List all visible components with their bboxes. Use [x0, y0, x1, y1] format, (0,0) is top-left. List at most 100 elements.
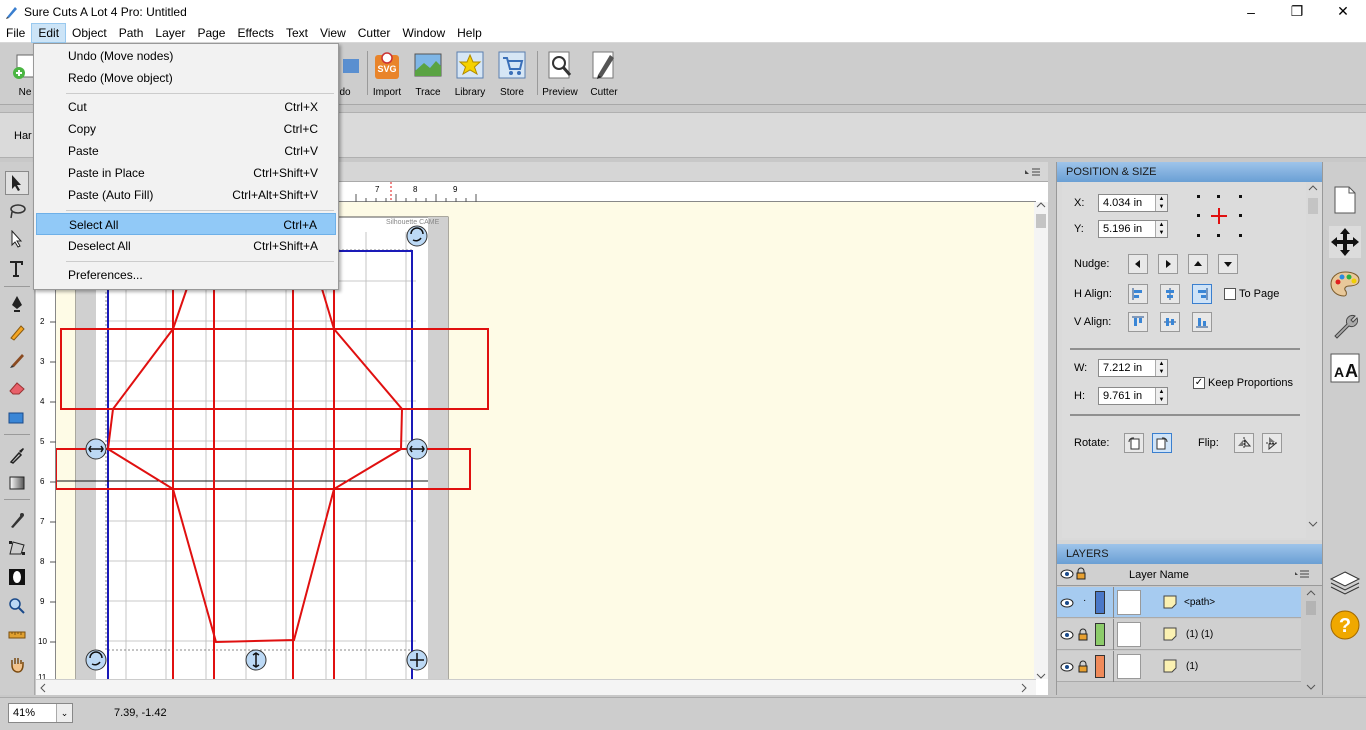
align-left-button[interactable]	[1128, 284, 1148, 304]
zoom-tool[interactable]	[5, 594, 29, 618]
minimize-button[interactable]: –	[1228, 0, 1274, 23]
knife-tool[interactable]	[5, 508, 29, 532]
weld-tool[interactable]	[5, 565, 29, 589]
pen-tool[interactable]	[5, 292, 29, 316]
visibility-eye-icon[interactable]	[1060, 597, 1074, 609]
layer-row[interactable]: (1)	[1057, 651, 1301, 682]
nudge-left-button[interactable]	[1128, 254, 1148, 274]
canvas-horizontal-scrollbar[interactable]	[36, 679, 1036, 695]
visibility-eye-icon[interactable]	[1060, 568, 1074, 580]
menu-item-deselect-all[interactable]: Deselect All Ctrl+Shift+A	[36, 235, 336, 257]
align-top-button[interactable]	[1128, 312, 1148, 332]
canvas-vertical-scrollbar[interactable]	[1034, 202, 1048, 679]
rotate-ccw-button[interactable]	[1124, 433, 1144, 453]
ruler-tool[interactable]	[5, 623, 29, 647]
resize-handle-right[interactable]	[406, 438, 428, 460]
menu-edit[interactable]: Edit	[31, 22, 67, 43]
menu-effects[interactable]: Effects	[231, 23, 279, 43]
zoom-select[interactable]: 41% ⌄	[8, 703, 73, 723]
y-field[interactable]: 5.196 in ▲ ▼	[1098, 220, 1168, 238]
align-bottom-button[interactable]	[1192, 312, 1212, 332]
layer-row[interactable]: · <path>	[1057, 587, 1301, 618]
layers-panel-button[interactable]	[1329, 567, 1361, 599]
trace-button[interactable]: Trace	[407, 49, 449, 98]
menu-page[interactable]: Page	[191, 23, 231, 43]
maximize-button[interactable]: ❐	[1274, 0, 1320, 23]
height-field[interactable]: 9.761 in ▲ ▼	[1098, 387, 1168, 405]
resize-handle-corner[interactable]	[406, 649, 428, 671]
to-page-checkbox[interactable]	[1224, 288, 1236, 300]
align-right-button[interactable]	[1192, 284, 1212, 304]
rotate-handle-bottom-left[interactable]	[85, 649, 107, 671]
anchor-point-selector[interactable]	[1195, 193, 1245, 239]
chevron-down-icon[interactable]: ⌄	[56, 704, 72, 722]
lasso-tool[interactable]	[5, 199, 29, 223]
layers-scrollbar[interactable]	[1304, 589, 1318, 693]
transform-tool[interactable]	[5, 536, 29, 560]
eraser-tool[interactable]	[5, 376, 29, 400]
shape-tool[interactable]	[5, 406, 29, 430]
menu-item-paste-auto-fill[interactable]: Paste (Auto Fill) Ctrl+Alt+Shift+V	[36, 184, 336, 206]
canvas-options-icon[interactable]	[1022, 165, 1042, 179]
keep-proportions-checkbox[interactable]: ✓	[1193, 377, 1205, 389]
store-button[interactable]: Store	[491, 49, 533, 98]
resize-handle-left[interactable]	[85, 438, 107, 460]
layer-row[interactable]: (1) (1)	[1057, 619, 1301, 650]
menu-item-cut[interactable]: Cut Ctrl+X	[36, 96, 336, 118]
pencil-tool[interactable]	[5, 320, 29, 344]
menu-window[interactable]: Window	[396, 23, 451, 43]
nudge-up-button[interactable]	[1188, 254, 1208, 274]
x-field[interactable]: 4.034 in ▲ ▼	[1098, 194, 1168, 212]
menu-item-redo[interactable]: Redo (Move object)	[36, 67, 336, 89]
flip-vertical-button[interactable]	[1262, 433, 1282, 453]
align-center-h-button[interactable]	[1160, 284, 1180, 304]
align-middle-button[interactable]	[1160, 312, 1180, 332]
rotate-cw-button[interactable]	[1152, 433, 1172, 453]
text-panel-button[interactable]: AA	[1329, 352, 1361, 384]
nudge-down-button[interactable]	[1218, 254, 1238, 274]
x-spinner[interactable]: ▲ ▼	[1155, 195, 1167, 211]
unlocked-dot-icon[interactable]: ·	[1083, 595, 1086, 606]
menu-item-undo[interactable]: Undo (Move nodes)	[36, 45, 336, 67]
flip-horizontal-button[interactable]	[1234, 433, 1254, 453]
select-tool[interactable]	[5, 171, 29, 195]
cutter-button[interactable]: Cutter	[583, 49, 625, 98]
gradient-tool[interactable]	[5, 471, 29, 495]
library-button[interactable]: Library	[449, 49, 491, 98]
preview-button[interactable]: Preview	[539, 49, 581, 98]
position-size-scrollbar[interactable]	[1307, 184, 1319, 536]
menu-object[interactable]: Object	[66, 23, 113, 43]
menu-help[interactable]: Help	[451, 23, 488, 43]
lock-icon[interactable]	[1078, 628, 1088, 641]
nudge-right-button[interactable]	[1158, 254, 1178, 274]
rotate-handle[interactable]	[406, 225, 428, 247]
color-panel-button[interactable]	[1329, 268, 1361, 300]
help-button[interactable]: ?	[1329, 609, 1361, 641]
layer-color-swatch[interactable]	[1095, 591, 1105, 614]
node-edit-tool[interactable]	[5, 227, 29, 251]
menu-path[interactable]: Path	[113, 23, 150, 43]
close-button[interactable]: ✕	[1320, 0, 1366, 23]
menu-item-paste[interactable]: Paste Ctrl+V	[36, 140, 336, 162]
brush-tool[interactable]	[5, 348, 29, 372]
menu-view[interactable]: View	[314, 23, 352, 43]
settings-panel-button[interactable]	[1329, 310, 1361, 342]
import-button[interactable]: SVG Import	[366, 49, 408, 98]
menu-text[interactable]: Text	[280, 23, 314, 43]
width-spinner[interactable]: ▲ ▼	[1155, 360, 1167, 376]
menu-item-preferences[interactable]: Preferences...	[36, 264, 336, 286]
pan-tool[interactable]	[5, 652, 29, 676]
resize-handle-bottom[interactable]	[245, 649, 267, 671]
visibility-eye-icon[interactable]	[1060, 661, 1074, 673]
menu-item-select-all[interactable]: Select All Ctrl+A	[36, 213, 336, 235]
eyedropper-tool[interactable]	[5, 443, 29, 467]
layer-color-swatch[interactable]	[1095, 655, 1105, 678]
layer-color-swatch[interactable]	[1095, 623, 1105, 646]
lock-icon[interactable]	[1076, 567, 1086, 580]
text-tool[interactable]	[5, 257, 29, 281]
y-spinner[interactable]: ▲ ▼	[1155, 221, 1167, 237]
menu-item-copy[interactable]: Copy Ctrl+C	[36, 118, 336, 140]
menu-cutter[interactable]: Cutter	[352, 23, 397, 43]
height-spinner[interactable]: ▲ ▼	[1155, 388, 1167, 404]
document-panel-button[interactable]	[1329, 184, 1361, 216]
